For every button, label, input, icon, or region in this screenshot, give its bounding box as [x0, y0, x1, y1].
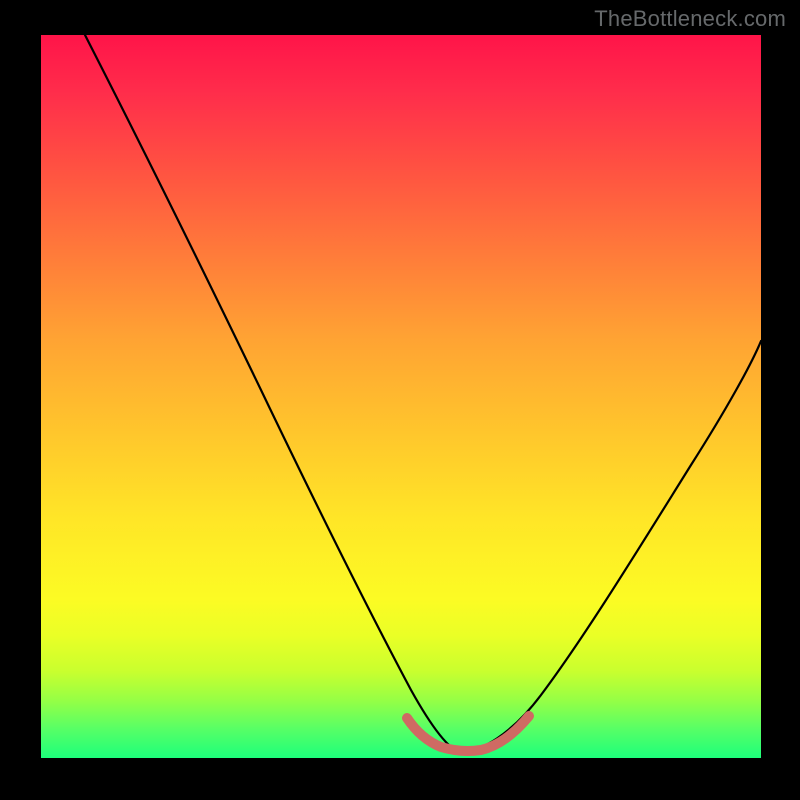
- curve-right-branch: [461, 341, 761, 753]
- plot-area: [41, 35, 761, 758]
- curve-layer: [41, 35, 761, 758]
- watermark-text: TheBottleneck.com: [594, 6, 786, 32]
- curve-left-branch: [85, 35, 461, 753]
- trough-highlight: [407, 716, 529, 751]
- chart-frame: TheBottleneck.com: [0, 0, 800, 800]
